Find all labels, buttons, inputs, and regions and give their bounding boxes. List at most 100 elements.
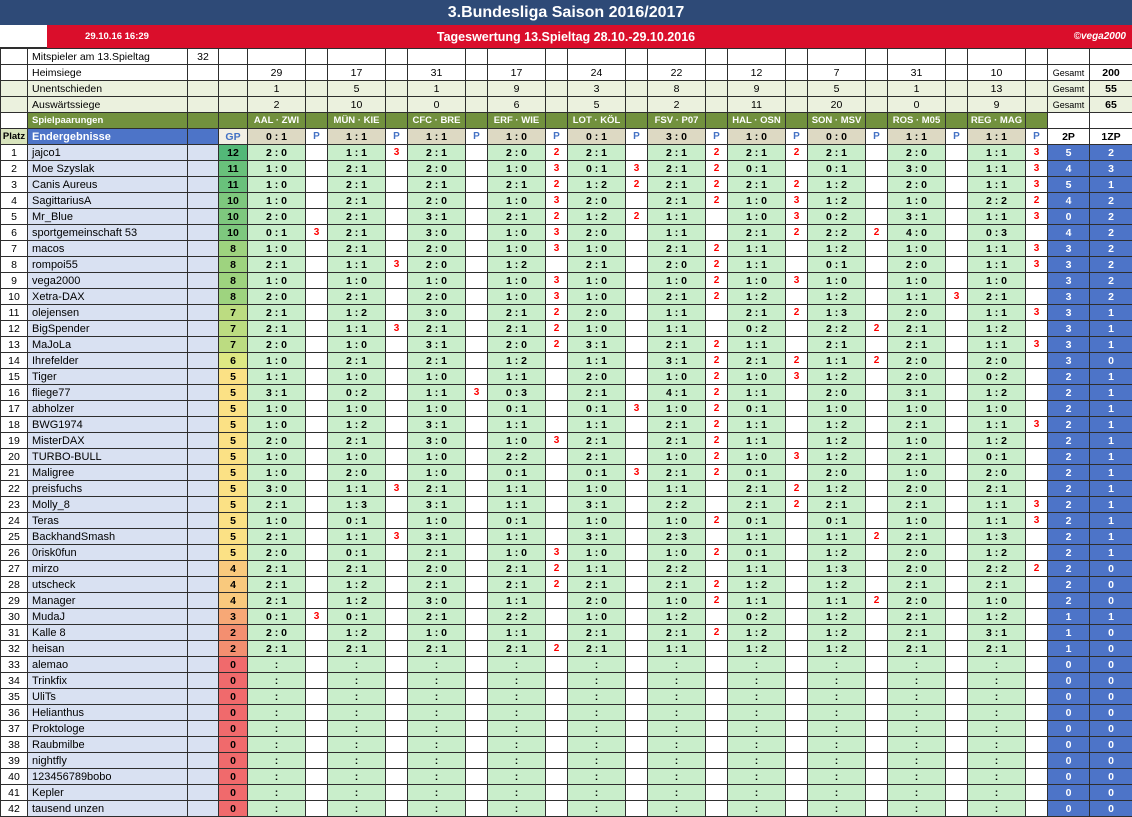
points-cell xyxy=(306,705,328,721)
col-2p-value: 3 xyxy=(1048,289,1090,305)
prediction-cell: 0 : 1 xyxy=(248,225,306,241)
points-cell xyxy=(786,785,808,801)
prediction-cell: 2 : 0 xyxy=(568,225,626,241)
prediction-cell: 1 : 1 xyxy=(968,305,1026,321)
col-1zp-value: 0 xyxy=(1090,769,1132,785)
col-1zp-value: 0 xyxy=(1090,593,1132,609)
points-cell xyxy=(306,369,328,385)
prediction-cell: 2 : 1 xyxy=(648,417,706,433)
player-row: 13MaJoLa72 : 01 : 03 : 12 : 023 : 12 : 1… xyxy=(0,337,1132,353)
prediction-cell: 1 : 1 xyxy=(728,337,786,353)
player-gp: 5 xyxy=(219,433,248,449)
stat-value: 5 xyxy=(808,81,866,97)
empty-p-cell xyxy=(1026,81,1048,97)
prediction-cell: : xyxy=(888,673,946,689)
empty-p-cell xyxy=(1026,97,1048,113)
points-cell: 2 xyxy=(786,497,808,513)
prediction-cell: 2 : 0 xyxy=(408,257,466,273)
points-cell xyxy=(386,705,408,721)
points-cell: 2 xyxy=(706,465,728,481)
player-gp: 5 xyxy=(219,369,248,385)
points-cell: 2 xyxy=(706,417,728,433)
player-gp: 4 xyxy=(219,561,248,577)
spielpaarungen-label: Spielpaarungen xyxy=(28,113,188,129)
points-cell xyxy=(1026,353,1048,369)
points-cell xyxy=(1026,721,1048,737)
points-cell xyxy=(306,433,328,449)
prediction-cell: 0 : 2 xyxy=(968,369,1026,385)
points-cell xyxy=(306,177,328,193)
player-rank: 24 xyxy=(1,513,28,529)
empty-cell xyxy=(188,241,219,257)
player-name: olejensen xyxy=(28,305,188,321)
player-row: 14Ihrefelder61 : 02 : 12 : 11 : 21 : 13 … xyxy=(0,353,1132,369)
stat-value: 31 xyxy=(888,65,946,81)
player-gp: 0 xyxy=(219,657,248,673)
points-cell: 2 xyxy=(706,593,728,609)
prediction-cell: 3 : 1 xyxy=(568,337,626,353)
player-row: 12BigSpender72 : 11 : 132 : 12 : 121 : 0… xyxy=(0,321,1132,337)
match-pairing: SON · MSV xyxy=(808,113,866,129)
empty-cell xyxy=(188,97,219,113)
col-1zp-value: 0 xyxy=(1090,801,1132,817)
col-1zp-header: 1ZP xyxy=(1090,129,1132,145)
player-rank: 26 xyxy=(1,545,28,561)
prediction-cell: 1 : 2 xyxy=(328,417,386,433)
col-1zp-value: 0 xyxy=(1090,657,1132,673)
player-gp: 0 xyxy=(219,785,248,801)
points-cell xyxy=(946,369,968,385)
empty-p-cell xyxy=(946,97,968,113)
points-cell: 2 xyxy=(706,433,728,449)
prediction-cell: 2 : 1 xyxy=(248,529,306,545)
prediction-cell: 2 : 1 xyxy=(408,609,466,625)
empty-p-cell xyxy=(546,97,568,113)
col-1zp-value: 1 xyxy=(1090,369,1132,385)
points-cell xyxy=(386,433,408,449)
points-cell xyxy=(946,769,968,785)
stat-value: 5 xyxy=(568,97,626,113)
points-cell xyxy=(626,577,648,593)
prediction-cell: : xyxy=(568,721,626,737)
match-pairing: AAL · ZWI xyxy=(248,113,306,129)
stat-value: 29 xyxy=(248,65,306,81)
prediction-cell: 1 : 0 xyxy=(728,209,786,225)
points-cell xyxy=(1026,449,1048,465)
empty-p-cell xyxy=(466,97,488,113)
col-2p-value: 5 xyxy=(1048,177,1090,193)
empty-p-cell xyxy=(546,65,568,81)
match-pairing: CFC · BRE xyxy=(408,113,466,129)
points-cell xyxy=(626,225,648,241)
points-cell xyxy=(1026,689,1048,705)
player-row: 38Raubmilbe0::::::::::00 xyxy=(0,737,1132,753)
player-row: 28utscheck42 : 11 : 22 : 12 : 122 : 12 :… xyxy=(0,577,1132,593)
spreadsheet: 3.Bundesliga Saison 2016/2017 29.10.16 1… xyxy=(0,0,1132,817)
points-cell xyxy=(866,577,888,593)
player-name: Xetra-DAX xyxy=(28,289,188,305)
prediction-cell: 2 : 1 xyxy=(728,353,786,369)
col-2p-value: 1 xyxy=(1048,625,1090,641)
stat-value: 8 xyxy=(648,81,706,97)
points-cell xyxy=(626,769,648,785)
prediction-cell: 2 : 1 xyxy=(648,177,706,193)
points-cell xyxy=(1026,737,1048,753)
stat-value: 7 xyxy=(808,65,866,81)
prediction-cell: : xyxy=(808,705,866,721)
prediction-cell: : xyxy=(648,721,706,737)
empty-cell xyxy=(188,737,219,753)
prediction-cell: : xyxy=(648,673,706,689)
points-cell xyxy=(306,273,328,289)
prediction-cell: : xyxy=(968,801,1026,817)
points-cell xyxy=(466,417,488,433)
player-name: Mr_Blue xyxy=(28,209,188,225)
empty-cell xyxy=(188,753,219,769)
points-cell xyxy=(946,513,968,529)
points-cell xyxy=(306,545,328,561)
corner-cell xyxy=(1,113,28,129)
p-header: P xyxy=(866,129,888,145)
prediction-cell: : xyxy=(488,737,546,753)
points-cell xyxy=(306,737,328,753)
final-result: 0 : 1 xyxy=(568,129,626,145)
prediction-cell: 1 : 0 xyxy=(648,513,706,529)
player-row: 7macos81 : 02 : 12 : 01 : 031 : 02 : 121… xyxy=(0,241,1132,257)
prediction-cell: 1 : 0 xyxy=(648,401,706,417)
